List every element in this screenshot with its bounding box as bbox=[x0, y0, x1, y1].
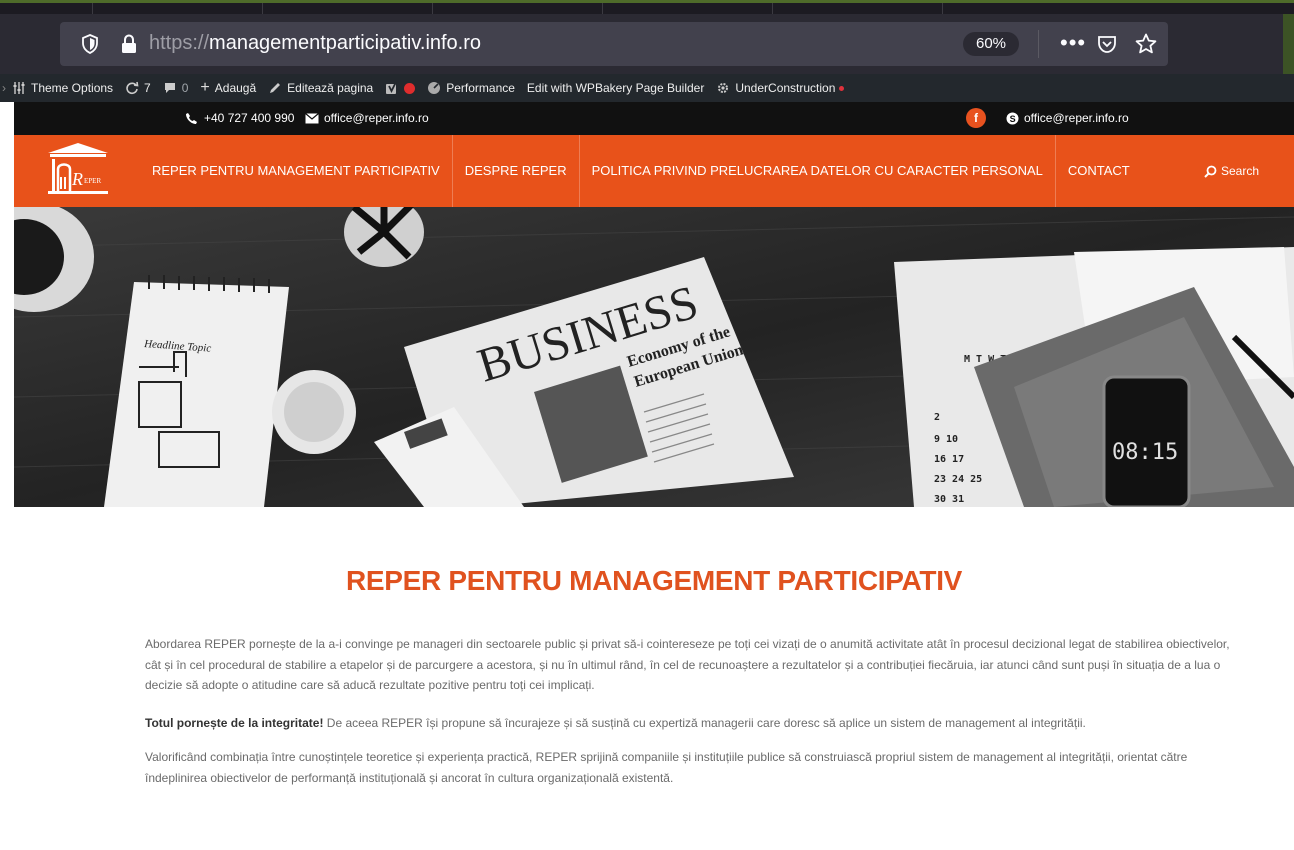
construction-status-dot bbox=[839, 85, 845, 91]
urlbar-divider bbox=[1038, 30, 1039, 58]
calendar-row-4: 23 24 25 bbox=[934, 474, 982, 485]
lock-icon[interactable] bbox=[120, 34, 138, 54]
admin-performance-label: Performance bbox=[446, 81, 515, 95]
hero-banner-image: Headline Topic BUSINESS Economy of the E… bbox=[14, 207, 1294, 507]
address-bar[interactable]: https://managementparticipativ.info.ro 6… bbox=[60, 22, 1168, 66]
admin-add-new-label: Adaugă bbox=[214, 81, 257, 95]
nav-links: REPER PENTRU MANAGEMENT PARTICIPATIV DES… bbox=[140, 135, 1142, 207]
contact-email-text: office@reper.info.ro bbox=[324, 111, 429, 125]
page-actions-menu-button[interactable]: ••• bbox=[1060, 30, 1086, 56]
admin-updates[interactable]: 7 bbox=[125, 81, 151, 95]
page-title: REPER PENTRU MANAGEMENT PARTICIPATIV bbox=[345, 565, 963, 596]
pocket-icon[interactable] bbox=[1096, 33, 1118, 55]
admin-theme-options[interactable]: Theme Options bbox=[12, 81, 113, 95]
main-navigation: R EPER REPER PENTRU MANAGEMENT PARTICIPA… bbox=[14, 135, 1294, 207]
skype-contact[interactable]: S office@reper.info.ro bbox=[1006, 111, 1129, 125]
admin-under-construction[interactable]: UnderConstruction bbox=[716, 81, 845, 95]
calendar-row-1: 2 bbox=[934, 412, 940, 423]
admin-edit-page[interactable]: Editează pagina bbox=[268, 81, 373, 95]
window-edge-accent bbox=[1283, 14, 1294, 74]
admin-edit-page-label: Editează pagina bbox=[287, 81, 374, 95]
admin-updates-count: 7 bbox=[144, 81, 151, 95]
pencil-icon bbox=[270, 83, 281, 93]
window-accent-bar bbox=[0, 0, 1294, 3]
admin-wpbakery[interactable]: Edit with WPBakery Page Builder bbox=[527, 81, 704, 95]
admin-comments-count: 0 bbox=[181, 81, 189, 95]
yoast-icon bbox=[386, 81, 398, 94]
tab-separator bbox=[262, 3, 263, 14]
contact-phone[interactable]: +40 727 400 990 bbox=[185, 111, 294, 125]
contact-phone-text: +40 727 400 990 bbox=[204, 111, 295, 125]
zoom-level-button[interactable]: 60% bbox=[963, 32, 1019, 56]
admin-wpbakery-label: Edit with WPBakery Page Builder bbox=[526, 81, 705, 95]
svg-text:R: R bbox=[71, 169, 83, 189]
nav-item-politica[interactable]: POLITICA PRIVIND PRELUCRAREA DATELOR CU … bbox=[580, 135, 1056, 207]
url-protocol: https:// bbox=[149, 32, 210, 54]
admin-under-construction-label: UnderConstruction bbox=[735, 81, 836, 95]
skype-icon: S bbox=[1006, 112, 1019, 124]
integrity-paragraph: Totul pornește de la integritate! De ace… bbox=[145, 713, 1245, 734]
wp-admin-bar: › Theme Options 7 0 + Adaugă Editează pa… bbox=[0, 74, 1294, 102]
admin-performance[interactable]: Performance bbox=[427, 81, 515, 95]
admin-theme-options-label: Theme Options bbox=[31, 81, 114, 95]
admin-yoast[interactable] bbox=[385, 81, 416, 95]
search-icon bbox=[1204, 165, 1217, 178]
svg-text:S: S bbox=[1010, 114, 1016, 124]
browser-tab-strip bbox=[0, 0, 1294, 14]
phone-icon bbox=[186, 112, 197, 124]
nav-item-management[interactable]: REPER PENTRU MANAGEMENT PARTICIPATIV bbox=[140, 135, 453, 207]
tab-separator bbox=[602, 3, 603, 14]
facebook-icon[interactable]: f bbox=[966, 108, 986, 128]
nav-search-button[interactable]: Search bbox=[1204, 164, 1259, 178]
performance-icon bbox=[428, 82, 441, 94]
calendar-row-2: 9 10 bbox=[934, 434, 958, 445]
admin-add-new[interactable]: + Adaugă bbox=[200, 79, 256, 97]
page-left-gutter bbox=[0, 102, 14, 850]
url-domain: managementparticipativ.info.ro bbox=[209, 32, 482, 54]
intro-paragraph: Abordarea REPER pornește de la a-i convi… bbox=[145, 637, 1230, 692]
reper-logo[interactable]: R EPER bbox=[46, 141, 110, 199]
calendar-row-5: 30 31 bbox=[934, 494, 964, 505]
nav-item-despre[interactable]: DESPRE REPER bbox=[453, 135, 580, 207]
calendar-row-3: 16 17 bbox=[934, 454, 964, 465]
refresh-icon bbox=[126, 81, 139, 95]
tab-separator bbox=[942, 3, 943, 14]
integrity-text: De aceea REPER își propune să încurajeze… bbox=[323, 716, 1086, 730]
integrity-lead: Totul pornește de la integritate! bbox=[145, 716, 324, 730]
phone-clock-text: 08:15 bbox=[1112, 440, 1178, 465]
window-edge bbox=[1283, 14, 1294, 74]
envelope-icon bbox=[305, 112, 319, 123]
seo-status-dot bbox=[404, 82, 416, 94]
tracking-protection-icon[interactable] bbox=[80, 34, 100, 54]
hero-illustration: Headline Topic BUSINESS Economy of the E… bbox=[14, 207, 1294, 507]
gear-icon bbox=[718, 83, 729, 93]
contact-email[interactable]: office@reper.info.ro bbox=[305, 111, 429, 125]
tab-separator bbox=[772, 3, 773, 14]
admin-bar-clipped-chevron: › bbox=[2, 81, 6, 95]
site-contact-bar: +40 727 400 990 office@reper.info.ro f S… bbox=[14, 102, 1294, 135]
skype-email-text: office@reper.info.ro bbox=[1024, 111, 1129, 125]
admin-comments[interactable]: 0 bbox=[163, 81, 189, 95]
sliders-icon bbox=[13, 82, 25, 94]
plus-icon: + bbox=[200, 79, 210, 96]
bookmark-star-icon[interactable] bbox=[1134, 32, 1158, 56]
tab-separator bbox=[92, 3, 93, 14]
nav-search-label: Search bbox=[1221, 164, 1260, 178]
url-text[interactable]: https://managementparticipativ.info.ro bbox=[149, 32, 481, 55]
comment-icon bbox=[164, 83, 175, 93]
nav-item-contact[interactable]: CONTACT bbox=[1056, 135, 1142, 207]
approach-paragraph: Valorificând combinația între cunoștințe… bbox=[145, 750, 1188, 785]
tab-separator bbox=[432, 3, 433, 14]
svg-text:EPER: EPER bbox=[84, 177, 101, 185]
browser-toolbar: https://managementparticipativ.info.ro 6… bbox=[0, 14, 1294, 74]
